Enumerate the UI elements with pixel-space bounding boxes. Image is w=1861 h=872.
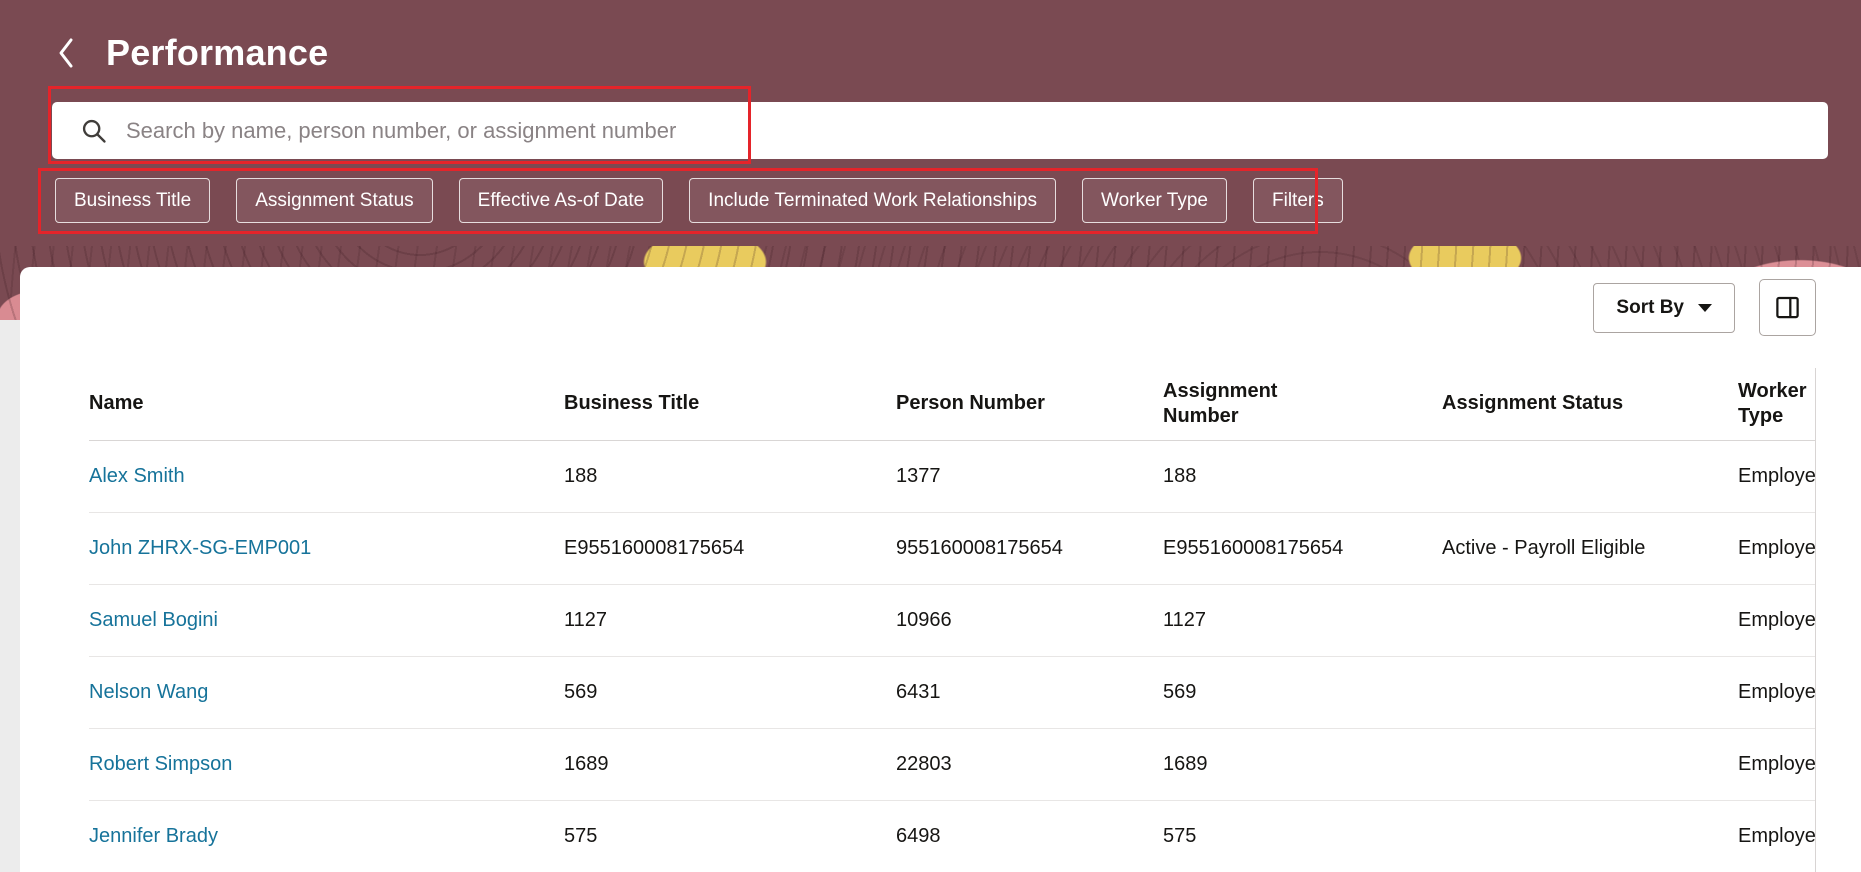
- chevron-down-icon: [1698, 303, 1712, 312]
- business-title-cell: 1127: [564, 584, 896, 657]
- worker-type-cell: Employee: [1738, 800, 1815, 872]
- column-header-worker-type: Worker Type: [1738, 368, 1815, 441]
- assignment-status-cell: [1442, 440, 1738, 513]
- employee-name-link[interactable]: Alex Smith: [89, 465, 185, 487]
- search-icon: [82, 119, 106, 143]
- assignment-status-cell: [1442, 800, 1738, 872]
- business-title-cell: 569: [564, 656, 896, 729]
- assignment-number-cell: 569: [1163, 656, 1442, 729]
- filter-chip-row: Business Title Assignment Status Effecti…: [55, 178, 1343, 223]
- employee-name-link[interactable]: Nelson Wang: [89, 681, 208, 703]
- column-header-business-title: Business Title: [564, 368, 896, 441]
- business-title-cell: 1689: [564, 728, 896, 801]
- person-number-cell: 22803: [896, 728, 1163, 801]
- table-row: Samuel Bogini 1127 10966 1127 Employee: [89, 584, 1815, 657]
- person-number-cell: 6498: [896, 800, 1163, 872]
- employee-name-link[interactable]: Robert Simpson: [89, 753, 232, 775]
- workers-table: Name Business Title Person Number Assign…: [89, 368, 1815, 872]
- title-row: Performance: [52, 32, 328, 74]
- sort-by-button[interactable]: Sort By: [1593, 282, 1735, 333]
- business-title-cell: E955160008175654: [564, 512, 896, 585]
- person-number-cell: 6431: [896, 656, 1163, 729]
- search-input[interactable]: [108, 102, 1828, 159]
- assignment-status-cell: [1442, 584, 1738, 657]
- assignment-status-cell: [1442, 728, 1738, 801]
- filter-chip-include-terminated[interactable]: Include Terminated Work Relationships: [689, 178, 1056, 223]
- person-number-cell: 1377: [896, 440, 1163, 513]
- column-header-assignment-status: Assignment Status: [1442, 368, 1738, 441]
- column-header-person-number: Person Number: [896, 368, 1163, 441]
- assignment-status-cell: Active - Payroll Eligible: [1442, 512, 1738, 585]
- chevron-left-icon: [56, 36, 76, 70]
- results-card: Sort By Name Business Title Person Numbe…: [20, 267, 1861, 872]
- assignment-number-cell: 1127: [1163, 584, 1442, 657]
- person-number-cell: 955160008175654: [896, 512, 1163, 585]
- worker-type-cell: Employee: [1738, 512, 1815, 585]
- workers-table-container: Name Business Title Person Number Assign…: [89, 368, 1816, 872]
- column-header-assignment-number: Assignment Number: [1163, 368, 1442, 441]
- assignment-number-cell: E955160008175654: [1163, 512, 1442, 585]
- business-title-cell: 575: [564, 800, 896, 872]
- filter-chip-worker-type[interactable]: Worker Type: [1081, 178, 1227, 223]
- assignment-number-cell: 1689: [1163, 728, 1442, 801]
- table-row: John ZHRX-SG-EMP001 E955160008175654 955…: [89, 512, 1815, 585]
- employee-name-link[interactable]: John ZHRX-SG-EMP001: [89, 537, 311, 559]
- app-header: Performance Business Title Assignment St…: [0, 0, 1861, 246]
- worker-type-cell: Employee: [1738, 656, 1815, 729]
- worker-type-cell: Employee: [1738, 728, 1815, 801]
- results-toolbar: Sort By: [1593, 279, 1816, 336]
- table-header-row: Name Business Title Person Number Assign…: [89, 368, 1815, 441]
- filter-chip-effective-as-of-date[interactable]: Effective As-of Date: [458, 178, 664, 223]
- performance-page: { "header": { "title": "Performance", "s…: [0, 0, 1861, 872]
- table-row: Jennifer Brady 575 6498 575 Employee: [89, 800, 1815, 872]
- business-title-cell: 188: [564, 440, 896, 513]
- person-number-cell: 10966: [896, 584, 1163, 657]
- column-header-name: Name: [89, 368, 564, 441]
- table-row: Robert Simpson 1689 22803 1689 Employee: [89, 728, 1815, 801]
- assignment-status-cell: [1442, 656, 1738, 729]
- filter-chip-business-title[interactable]: Business Title: [55, 178, 211, 223]
- employee-name-link[interactable]: Jennifer Brady: [89, 825, 218, 847]
- filters-button[interactable]: Filters: [1253, 178, 1343, 223]
- back-button[interactable]: [52, 32, 80, 74]
- filter-chip-assignment-status[interactable]: Assignment Status: [236, 178, 433, 223]
- page-title: Performance: [106, 32, 329, 73]
- table-row: Alex Smith 188 1377 188 Employee: [89, 440, 1815, 513]
- worker-type-cell: Employee: [1738, 440, 1815, 513]
- search-bar: [52, 102, 1828, 159]
- columns-layout-icon: [1774, 294, 1801, 321]
- table-row: Nelson Wang 569 6431 569 Employee: [89, 656, 1815, 729]
- assignment-number-cell: 188: [1163, 440, 1442, 513]
- assignment-number-cell: 575: [1163, 800, 1442, 872]
- worker-type-cell: Employee: [1738, 584, 1815, 657]
- sort-by-label: Sort By: [1616, 296, 1684, 318]
- column-layout-button[interactable]: [1759, 279, 1816, 336]
- employee-name-link[interactable]: Samuel Bogini: [89, 609, 218, 631]
